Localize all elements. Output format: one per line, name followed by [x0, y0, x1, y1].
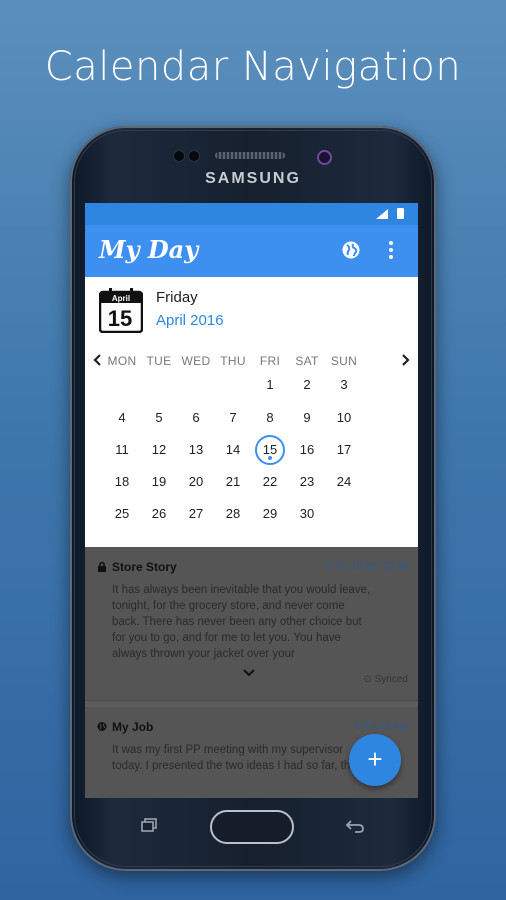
calendar-day[interactable]: 9 [289, 408, 325, 428]
app-screen: My Day April 15 Friday April 2016 MON TU… [85, 203, 418, 798]
lock-icon [98, 561, 106, 572]
weekday-header: SUN [330, 354, 358, 368]
chevron-down-icon[interactable] [242, 668, 256, 678]
calendar-day[interactable]: 12 [141, 440, 177, 460]
battery-icon [397, 208, 404, 219]
calendar-day[interactable]: 7 [215, 408, 251, 428]
calendar-day[interactable]: 27 [178, 504, 214, 524]
weekday-header: MON [107, 354, 137, 368]
promo-headline: Calendar Navigation [44, 44, 462, 90]
phone-brand-logo: SAMSUNG [205, 170, 301, 187]
entry-title: Store Story [112, 560, 177, 574]
calendar-day[interactable]: 19 [141, 472, 177, 492]
month-year-label[interactable]: April 2016 [156, 312, 224, 329]
add-entry-button[interactable]: + [349, 734, 401, 786]
chevron-right-icon[interactable] [398, 353, 412, 367]
app-title: My Day [99, 235, 199, 264]
calendar-day[interactable]: 10 [326, 408, 362, 428]
earpiece-speaker [215, 152, 285, 159]
calendar-day[interactable]: 1 [252, 375, 288, 395]
calendar-day[interactable]: 29 [252, 504, 288, 524]
entry-card[interactable]: Store Story ⊙ Fri 15 Apr 23:46 It has al… [85, 547, 418, 701]
calendar-day[interactable]: 3 [326, 375, 362, 395]
recents-icon[interactable] [140, 818, 158, 832]
calendar-day[interactable]: 23 [289, 472, 325, 492]
entry-preview: It was my first PP meeting with my super… [112, 744, 357, 772]
calendar-day[interactable]: 13 [178, 440, 214, 460]
weekday-header: THU [220, 354, 246, 368]
calendar-day[interactable]: 28 [215, 504, 251, 524]
calendar-day[interactable]: 26 [141, 504, 177, 524]
entry-timestamp: ⊙ Fri 15 Apr [353, 721, 408, 732]
more-vert-icon[interactable] [387, 239, 395, 261]
weekday-header: FRI [259, 354, 281, 368]
calendar-day[interactable]: 8 [252, 408, 288, 428]
weekday-header: TUE [146, 354, 172, 368]
calendar-day[interactable]: 18 [104, 472, 140, 492]
entry-title: My Job [112, 720, 154, 734]
calendar-date-icon: April 15 [99, 288, 143, 333]
calendar-day[interactable]: 21 [215, 472, 251, 492]
sensor-icon [173, 150, 185, 162]
sync-status: ⊙ Synced [363, 674, 408, 685]
signal-icon [376, 209, 388, 219]
globe-icon[interactable] [341, 240, 361, 260]
calendar-day[interactable]: 25 [104, 504, 140, 524]
entry-preview: It has always been inevitable that you w… [112, 584, 371, 660]
calendar-day[interactable]: 17 [326, 440, 362, 460]
weekday-header: WED [181, 354, 211, 368]
calendar-day[interactable]: 6 [178, 408, 214, 428]
calendar-day[interactable]: 11 [104, 440, 140, 460]
calendar-day[interactable]: 30 [289, 504, 325, 524]
home-button[interactable] [210, 810, 294, 844]
calendar-day[interactable]: 22 [252, 472, 288, 492]
app-bar: My Day [85, 225, 418, 277]
status-bar [85, 203, 418, 225]
chevron-left-icon[interactable] [91, 353, 105, 367]
calendar-day-selected[interactable]: 15 [252, 440, 288, 460]
calendar-day[interactable]: 4 [104, 408, 140, 428]
back-icon[interactable] [345, 818, 365, 834]
entry-timestamp: ⊙ Fri 15 Apr 23:46 [325, 561, 408, 572]
day-name: Friday [156, 289, 198, 306]
svg-text:15: 15 [108, 306, 132, 331]
front-camera-icon [317, 150, 332, 165]
weekday-header: SAT [295, 354, 319, 368]
month-calendar: MON TUE WED THU FRI SAT SUN 1 2 3 4 5 6 7 8 9 10 11 12 13 14… [85, 343, 418, 547]
calendar-day[interactable]: 14 [215, 440, 251, 460]
calendar-day[interactable]: 24 [326, 472, 362, 492]
globe-icon [97, 722, 107, 731]
selected-date-header: April 15 Friday April 2016 [85, 277, 418, 343]
calendar-day[interactable]: 2 [289, 375, 325, 395]
calendar-day[interactable]: 5 [141, 408, 177, 428]
svg-text:April: April [112, 294, 130, 303]
calendar-day[interactable]: 16 [289, 440, 325, 460]
phone-frame: SAMSUNG My Day April 15 Friday April 201… [70, 126, 436, 871]
calendar-day[interactable]: 20 [178, 472, 214, 492]
sensor-icon [188, 150, 200, 162]
